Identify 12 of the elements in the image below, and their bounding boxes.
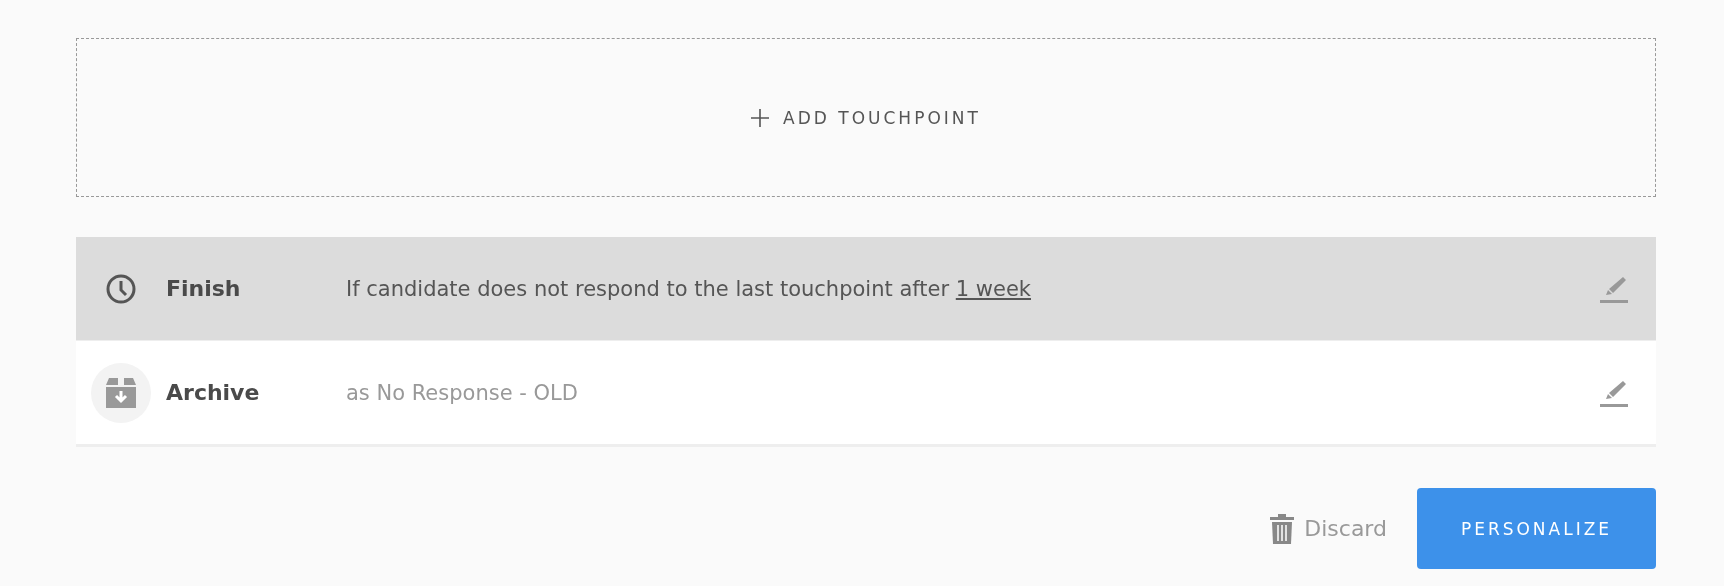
duration-link[interactable]: 1 week xyxy=(955,276,1031,301)
archive-box-icon xyxy=(91,362,151,423)
plus-icon xyxy=(751,108,770,127)
trash-icon xyxy=(1270,513,1295,544)
discard-button[interactable]: Discard xyxy=(1270,513,1387,544)
step-description: as No Response - OLD xyxy=(346,380,579,405)
step-label: Archive xyxy=(166,380,261,405)
add-touchpoint-button[interactable]: ADD TOUCHPOINT xyxy=(76,38,1656,197)
step-label: Finish xyxy=(166,276,242,301)
step-description: If candidate does not respond to the last touchpoint after 1 week xyxy=(346,276,1032,301)
personalize-button[interactable]: PERSONALIZE xyxy=(1417,488,1656,569)
clock-icon xyxy=(105,272,137,305)
